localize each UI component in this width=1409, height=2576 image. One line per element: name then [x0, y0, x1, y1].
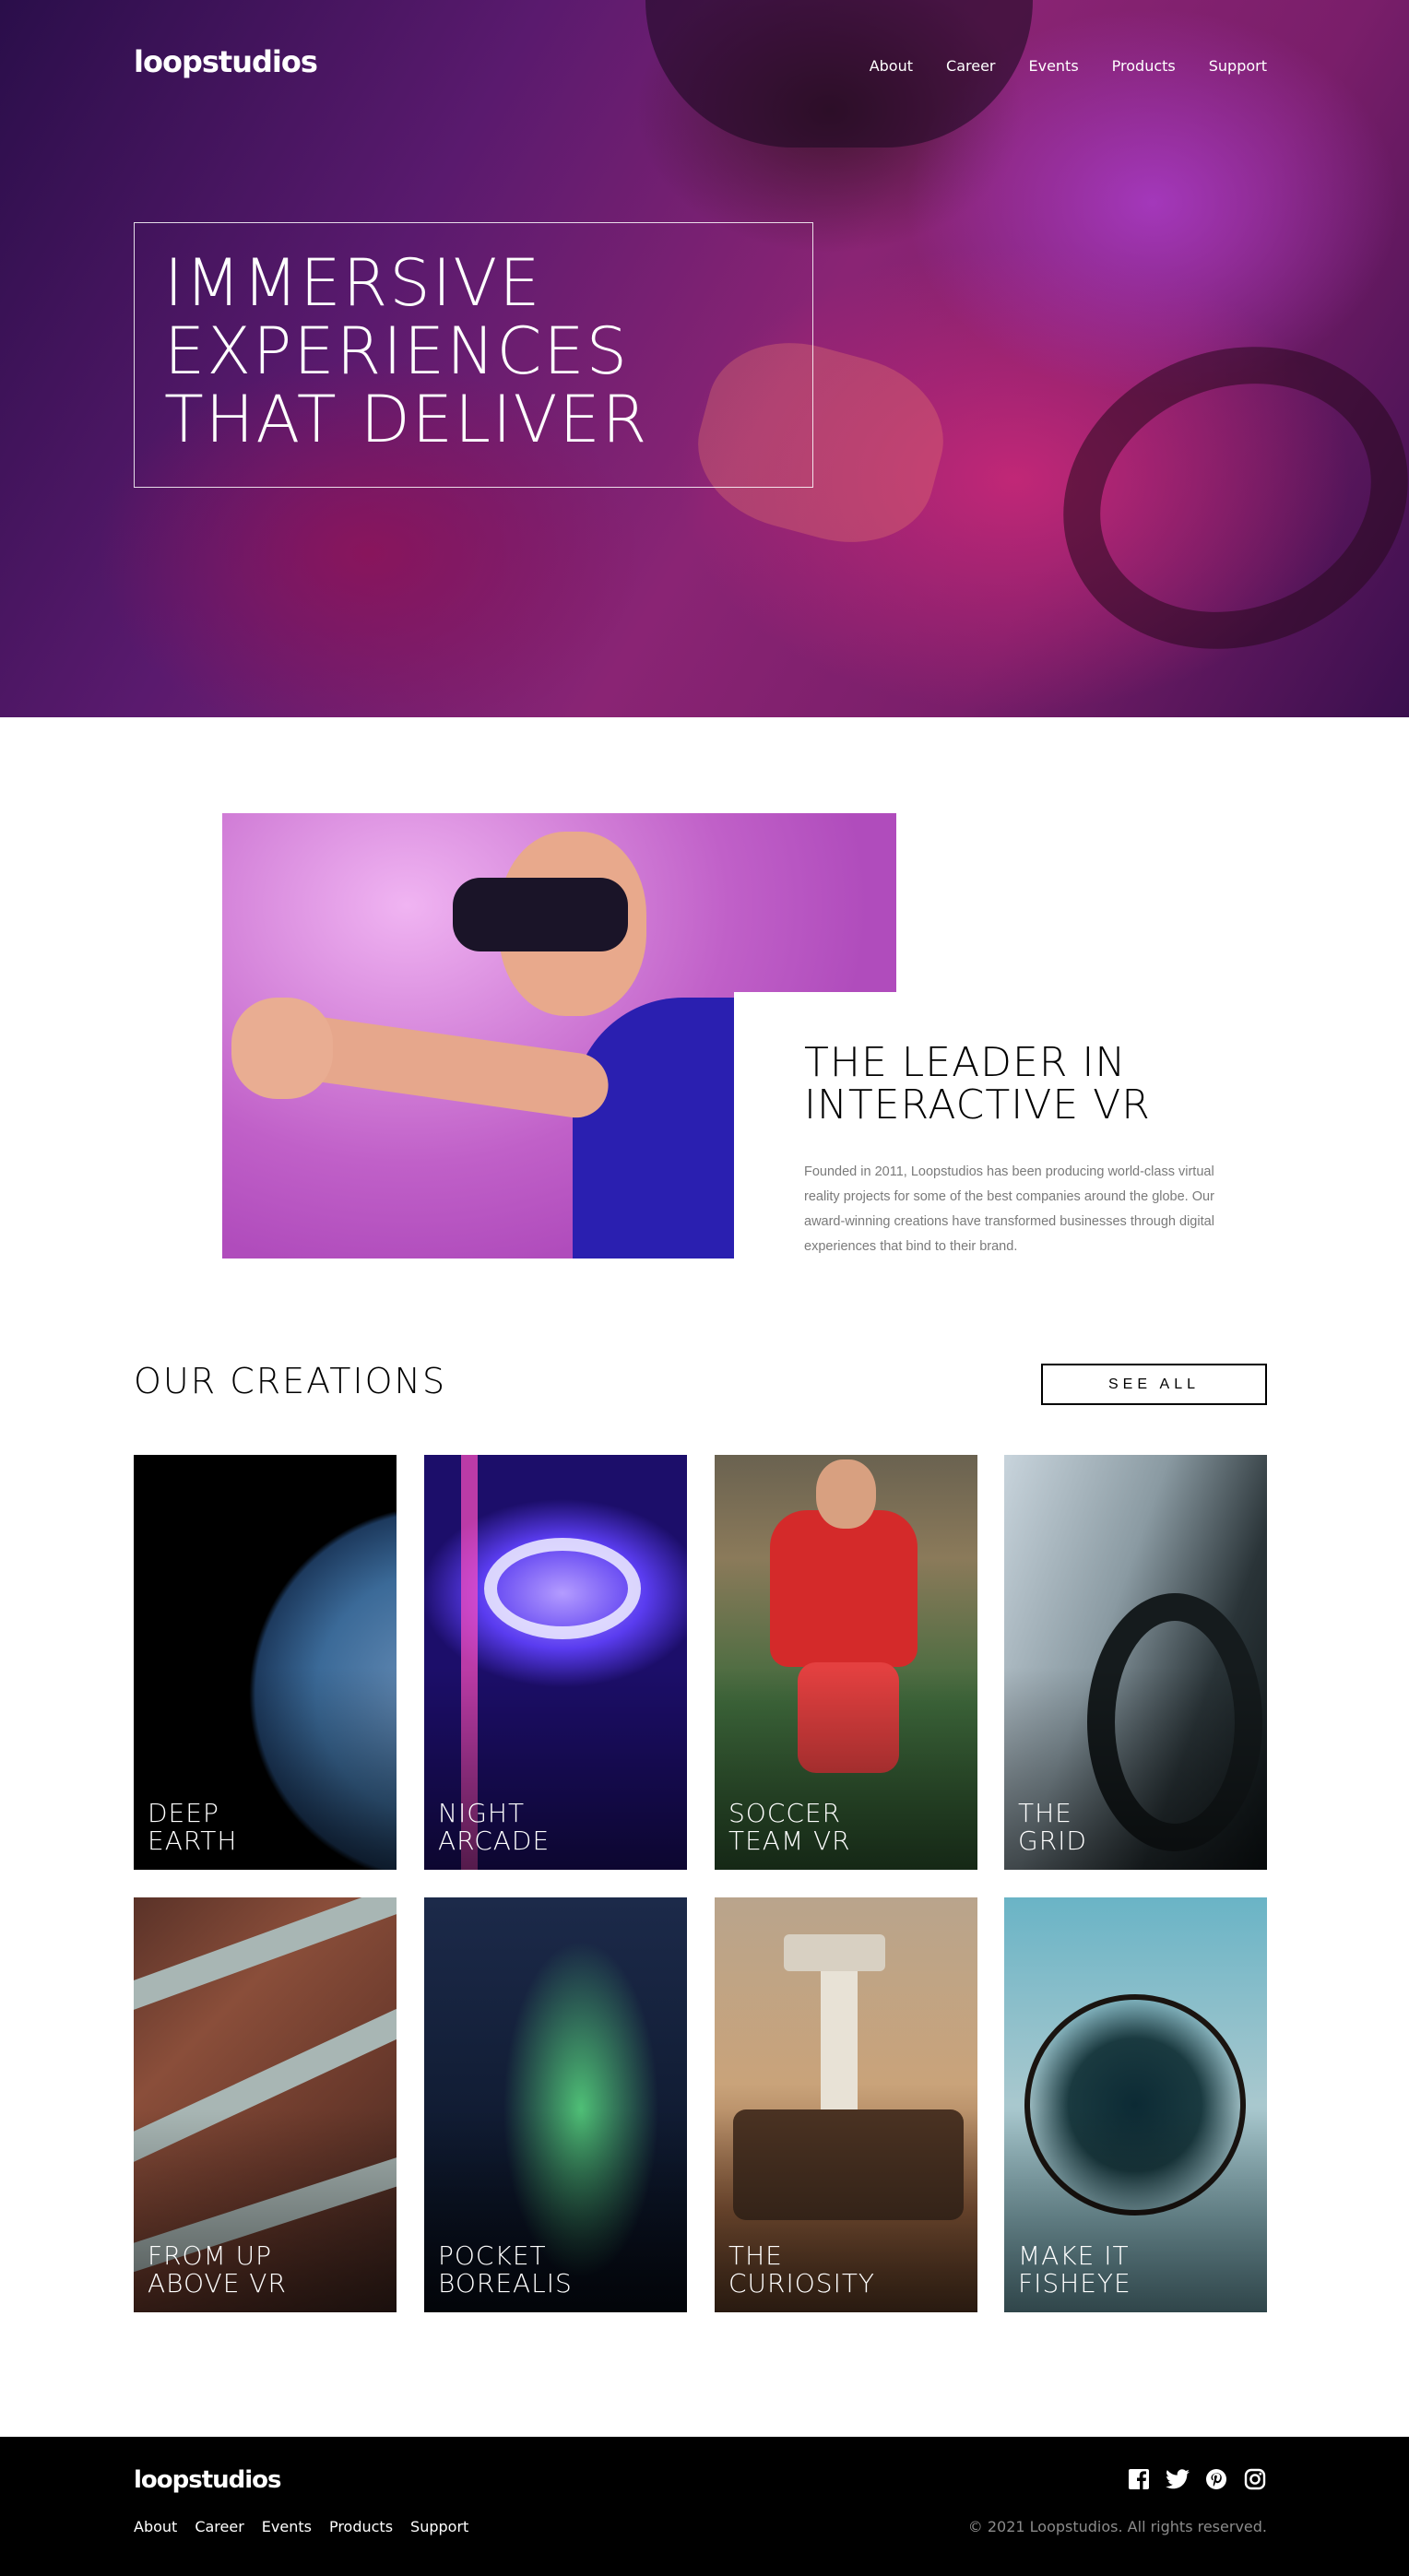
creation-card-label: DEEP EARTH: [148, 1798, 238, 1856]
soccer-player-head: [816, 1459, 876, 1529]
creation-card-label: SOCCER TEAM VR: [728, 1798, 851, 1856]
social-links: [1127, 2467, 1267, 2491]
creation-card-label: FROM UP ABOVE VR: [148, 2240, 287, 2298]
footer: loopstudios About Career Events Products…: [0, 2437, 1409, 2576]
vr-hand: [231, 998, 333, 1099]
creation-card-soccer-team-vr[interactable]: SOCCER TEAM VR: [715, 1455, 977, 1870]
creation-card-label: NIGHT ARCADE: [438, 1798, 551, 1856]
footer-nav-support[interactable]: Support: [410, 2518, 468, 2535]
rover-camera: [784, 1934, 885, 1971]
nav-item-products[interactable]: Products: [1112, 57, 1176, 75]
road-curve: [134, 1897, 397, 2018]
footer-logo[interactable]: loopstudios: [134, 2466, 282, 2494]
header-logo[interactable]: loopstudios: [134, 44, 318, 79]
hero-title: IMMERSIVE EXPERIENCES THAT DELIVER: [164, 245, 649, 457]
creation-card-label: THE GRID: [1018, 1798, 1087, 1856]
about-title: THE LEADER IN INTERACTIVE VR: [804, 1039, 1151, 1128]
facebook-icon[interactable]: [1127, 2467, 1151, 2491]
footer-nav-products[interactable]: Products: [329, 2518, 393, 2535]
copyright-text: © 2021 Loopstudios. All rights reserved.: [967, 2518, 1267, 2535]
footer-nav-career[interactable]: Career: [195, 2518, 243, 2535]
soccer-player-shirt: [770, 1510, 918, 1667]
nav-item-events[interactable]: Events: [1028, 57, 1078, 75]
footer-nav-events[interactable]: Events: [262, 2518, 312, 2535]
creation-card-the-grid[interactable]: THE GRID: [1004, 1455, 1267, 1870]
creation-card-deep-earth[interactable]: DEEP EARTH: [134, 1455, 397, 1870]
rover-mast: [821, 1953, 858, 2119]
hero-image-steering-wheel: [1020, 299, 1409, 697]
see-all-button[interactable]: SEE ALL: [1041, 1364, 1267, 1405]
arcade-ring: [484, 1538, 641, 1639]
vr-headset: [453, 878, 628, 951]
creations-title: OUR CREATIONS: [134, 1361, 447, 1401]
creation-card-from-up-above-vr[interactable]: FROM UP ABOVE VR: [134, 1897, 397, 2312]
creation-card-the-curiosity[interactable]: THE CURIOSITY: [715, 1897, 977, 2312]
creation-card-label: POCKET BOREALIS: [438, 2240, 573, 2298]
about-text: Founded in 2011, Loopstudios has been pr…: [804, 1164, 1214, 1254]
twitter-icon[interactable]: [1166, 2467, 1190, 2491]
footer-nav-about[interactable]: About: [134, 2518, 177, 2535]
creation-card-label: MAKE IT FISHEYE: [1018, 2240, 1131, 2298]
nav-item-about[interactable]: About: [870, 57, 913, 75]
instagram-icon[interactable]: [1243, 2467, 1267, 2491]
creation-card-night-arcade[interactable]: NIGHT ARCADE: [424, 1455, 687, 1870]
creation-card-make-it-fisheye[interactable]: MAKE IT FISHEYE: [1004, 1897, 1267, 2312]
hero-section: loopstudios About Career Events Products…: [0, 0, 1409, 717]
footer-nav: About Career Events Products Support: [134, 2518, 468, 2535]
creation-card-pocket-borealis[interactable]: POCKET BOREALIS: [424, 1897, 687, 2312]
nav-item-support[interactable]: Support: [1209, 57, 1267, 75]
pinterest-icon[interactable]: [1204, 2467, 1228, 2491]
nav-item-career[interactable]: Career: [946, 57, 995, 75]
creation-card-label: THE CURIOSITY: [728, 2240, 876, 2298]
header-nav: About Career Events Products Support: [870, 57, 1267, 75]
hero-title-box: IMMERSIVE EXPERIENCES THAT DELIVER: [134, 222, 813, 488]
